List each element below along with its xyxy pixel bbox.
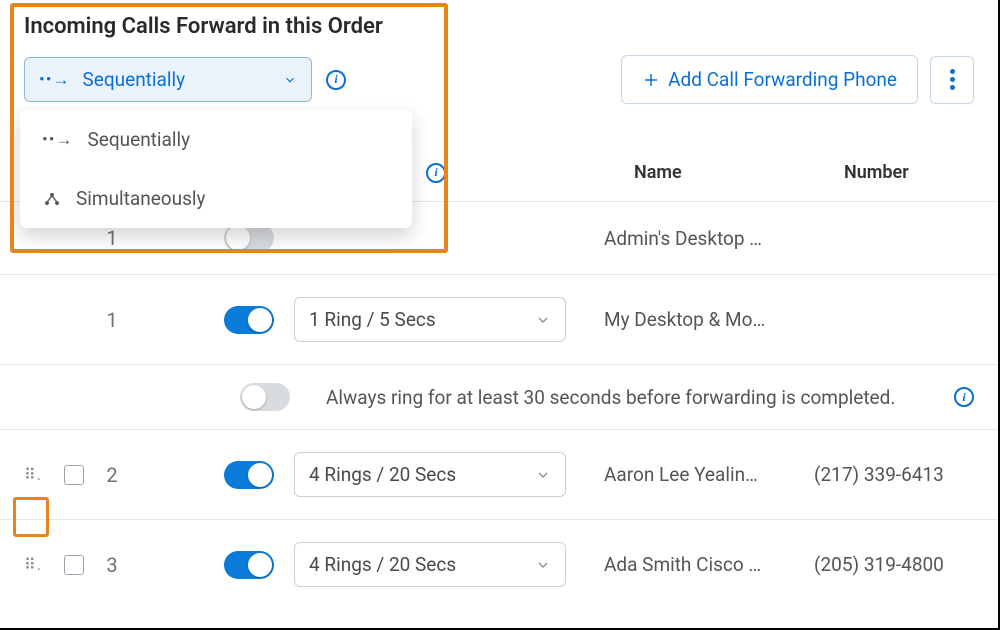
more-actions-button[interactable] [930, 56, 974, 104]
chevron-down-icon [535, 557, 551, 573]
ring-duration-select[interactable]: 4 Rings / 20 Secs [294, 542, 566, 587]
active-toggle[interactable] [224, 461, 274, 489]
drag-handle[interactable]: ⠿. [24, 465, 46, 484]
phone-number: (217) 339-6413 [814, 463, 974, 486]
chevron-down-icon [535, 312, 551, 328]
ring-duration-select[interactable]: 4 Rings / 20 Secs [294, 452, 566, 497]
phone-number: (205) 319-4800 [814, 553, 974, 576]
phone-name: My Desktop & Mo… [604, 308, 814, 331]
info-icon[interactable]: i [326, 70, 346, 90]
always-ring-toggle[interactable] [240, 383, 290, 411]
order-option-label: Simultaneously [76, 187, 206, 210]
chevron-down-icon [283, 73, 297, 87]
order-number: 1 [102, 308, 122, 332]
page-title: Incoming Calls Forward in this Order [24, 14, 974, 39]
phone-name: Admin's Desktop … [604, 227, 814, 250]
order-mode-dropdown: ••→ Sequentially Simultaneously [20, 110, 412, 228]
always-ring-row: Always ring for at least 30 seconds befo… [0, 365, 998, 430]
table-row: ⠿. 2 4 Rings / 20 Secs Aaron Lee Yealin…… [0, 430, 998, 520]
phone-name: Aaron Lee Yealin… [604, 463, 814, 486]
add-forwarding-phone-label: Add Call Forwarding Phone [668, 68, 897, 91]
order-option-simultaneously[interactable]: Simultaneously [20, 169, 412, 228]
plus-icon [642, 71, 660, 89]
order-mode-selected-label: Sequentially [82, 68, 271, 91]
active-toggle[interactable] [224, 224, 274, 252]
ring-duration-value: 1 Ring / 5 Secs [309, 308, 436, 331]
dot-icon [950, 85, 955, 90]
order-number: 1 [102, 226, 122, 250]
table-row: ⠿. 3 4 Rings / 20 Secs Ada Smith Cisco …… [0, 520, 998, 609]
sequential-icon: ••→ [39, 70, 70, 90]
order-number: 3 [102, 553, 122, 577]
row-checkbox[interactable] [64, 555, 84, 575]
phone-name: Ada Smith Cisco … [604, 553, 814, 576]
active-toggle[interactable] [224, 551, 274, 579]
add-forwarding-phone-button[interactable]: Add Call Forwarding Phone [621, 55, 918, 104]
order-number: 2 [102, 463, 122, 487]
order-mode-select[interactable]: ••→ Sequentially [24, 57, 312, 102]
table-row: ⠿. 1 1 Ring / 5 Secs My Desktop & Mo… [0, 275, 998, 365]
order-option-label: Sequentially [87, 128, 190, 151]
drag-handle[interactable]: ⠿. [24, 555, 46, 574]
sequential-icon: ••→ [42, 130, 73, 150]
chevron-down-icon [535, 467, 551, 483]
order-option-sequentially[interactable]: ••→ Sequentially [20, 110, 412, 169]
info-icon[interactable]: i [954, 387, 974, 407]
ring-duration-value: 4 Rings / 20 Secs [309, 553, 456, 576]
ring-duration-value: 4 Rings / 20 Secs [309, 463, 456, 486]
ring-duration-select[interactable]: 1 Ring / 5 Secs [294, 297, 566, 342]
column-header-number: Number [844, 162, 974, 183]
column-header-name: Name [634, 162, 844, 183]
dot-icon [950, 69, 955, 74]
always-ring-text: Always ring for at least 30 seconds befo… [326, 386, 938, 409]
active-toggle[interactable] [224, 306, 274, 334]
dot-icon [950, 77, 955, 82]
info-icon[interactable]: i [426, 163, 446, 183]
row-checkbox[interactable] [64, 465, 84, 485]
simultaneous-icon [42, 190, 62, 208]
